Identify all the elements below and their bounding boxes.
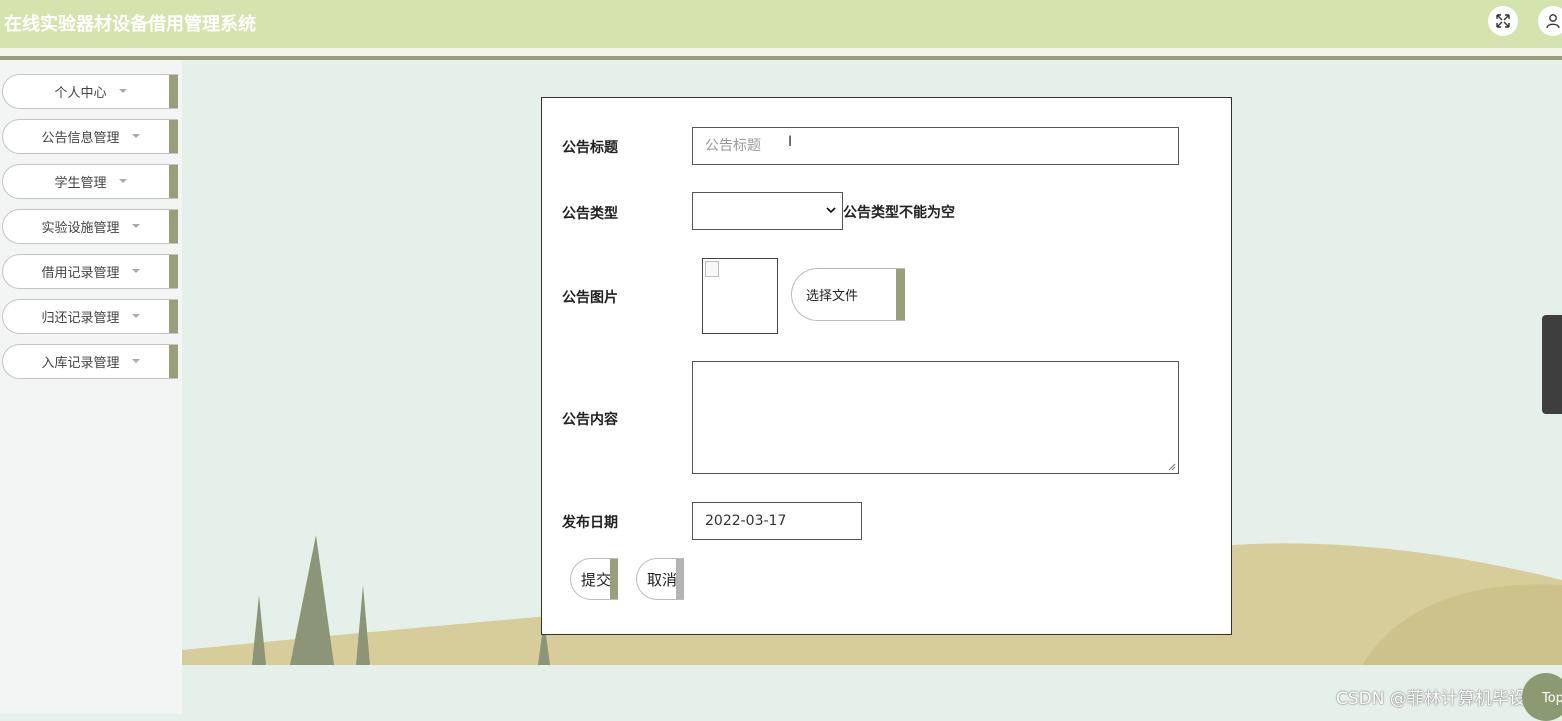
type-error-message: 公告类型不能为空 [843, 205, 955, 221]
user-button[interactable] [1538, 6, 1562, 36]
side-drawer-tab[interactable] [1542, 315, 1562, 414]
sidebar-item-notice-management[interactable]: 公告信息管理 [2, 119, 178, 154]
title-input[interactable] [692, 127, 1179, 165]
caret-down-icon [131, 313, 140, 318]
sidebar-item-label: 借用记录管理 [41, 266, 120, 281]
sidebar-item-borrow-records[interactable]: 借用记录管理 [2, 254, 178, 289]
type-label: 公告类型 [562, 206, 618, 222]
sidebar-item-stock-records[interactable]: 入库记录管理 [2, 344, 178, 379]
content-label: 公告内容 [562, 412, 618, 428]
caret-down-icon [131, 223, 140, 228]
sidebar-item-label: 归还记录管理 [41, 311, 120, 326]
sidebar-item-label: 公告信息管理 [41, 131, 120, 146]
sidebar-item-label: 实验设施管理 [41, 221, 120, 236]
resize-grip-icon[interactable] [1166, 461, 1176, 471]
title-label: 公告标题 [562, 140, 618, 156]
sidebar-item-lab-facility-management[interactable]: 实验设施管理 [2, 209, 178, 244]
text-cursor-icon: I [788, 134, 793, 150]
sidebar: 个人中心 公告信息管理 学生管理 实验设施管理 借用记录管理 归还记录管理 入库… [0, 60, 182, 714]
expand-icon [1496, 14, 1510, 28]
choose-file-button[interactable]: 选择文件 [791, 268, 905, 321]
notice-form: 公告标题 I 公告类型 公告类型不能为空 公告图片 选择文件 公告内容 发布日期… [541, 97, 1232, 635]
header-divider [0, 48, 1562, 56]
caret-down-icon [118, 88, 127, 93]
date-input[interactable]: 2022-03-17 [692, 502, 862, 540]
sidebar-item-label: 个人中心 [54, 86, 107, 101]
user-icon [1546, 14, 1560, 29]
choose-file-label: 选择文件 [806, 289, 859, 304]
content-textarea[interactable] [692, 361, 1179, 474]
fullscreen-button[interactable] [1488, 6, 1518, 36]
back-to-top-label: Top [1542, 691, 1562, 706]
app-title: 在线实验器材设备借用管理系统 [4, 14, 256, 35]
sidebar-item-return-records[interactable]: 归还记录管理 [2, 299, 178, 334]
cancel-label: 取消 [647, 570, 678, 589]
watermark-text: CSDN @菲林计算机毕设 [1336, 689, 1526, 709]
sidebar-item-label: 学生管理 [54, 176, 107, 191]
date-label: 发布日期 [562, 515, 618, 531]
top-header: 在线实验器材设备借用管理系统 [0, 0, 1562, 48]
sidebar-item-personal-center[interactable]: 个人中心 [2, 74, 178, 109]
cancel-button[interactable]: 取消 [636, 558, 684, 600]
caret-down-icon [118, 178, 127, 183]
submit-label: 提交 [581, 570, 612, 589]
chevron-down-icon [826, 207, 836, 214]
image-label: 公告图片 [562, 290, 618, 306]
caret-down-icon [131, 358, 140, 363]
image-preview [702, 258, 778, 334]
caret-down-icon [131, 268, 140, 273]
broken-image-icon [705, 261, 719, 277]
sidebar-item-student-management[interactable]: 学生管理 [2, 164, 178, 199]
caret-down-icon [131, 133, 140, 138]
sidebar-item-label: 入库记录管理 [41, 356, 120, 371]
submit-button[interactable]: 提交 [570, 558, 618, 600]
type-select[interactable] [692, 192, 843, 230]
